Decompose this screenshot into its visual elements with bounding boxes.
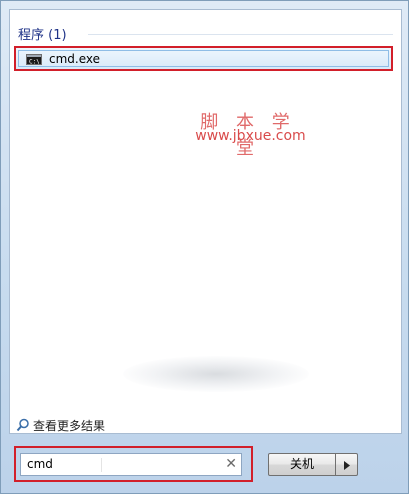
see-more-results-label: 查看更多结果 [33,419,106,433]
text-caret [101,458,102,472]
section-divider [88,34,393,35]
blurred-region [123,356,309,392]
shutdown-options-button[interactable] [335,453,358,476]
result-item-label: cmd.exe [49,52,101,66]
svg-text:C:\: C:\ [29,59,39,65]
start-menu-frame: 程序 (1) 脚 本 学 堂 www.jbxue.com C:\ cmd.exe… [0,0,409,494]
shutdown-button[interactable]: 关机 [268,453,336,476]
cmd-icon: C:\ [26,54,42,65]
clear-search-icon[interactable]: ✕ [225,456,237,473]
search-icon [16,418,30,432]
result-item-cmd-exe[interactable]: C:\ cmd.exe [14,46,393,71]
see-more-results-link[interactable]: 查看更多结果 [16,417,105,434]
watermark-url: www.jbxue.com [195,128,306,144]
search-results-panel: 程序 (1) 脚 本 学 堂 www.jbxue.com [9,9,402,434]
shutdown-control: 关机 [268,453,358,476]
chevron-right-icon [344,461,350,470]
programs-section-header[interactable]: 程序 (1) [18,24,67,43]
search-input[interactable]: cmd ✕ [20,453,242,476]
search-input-value: cmd [27,457,53,471]
